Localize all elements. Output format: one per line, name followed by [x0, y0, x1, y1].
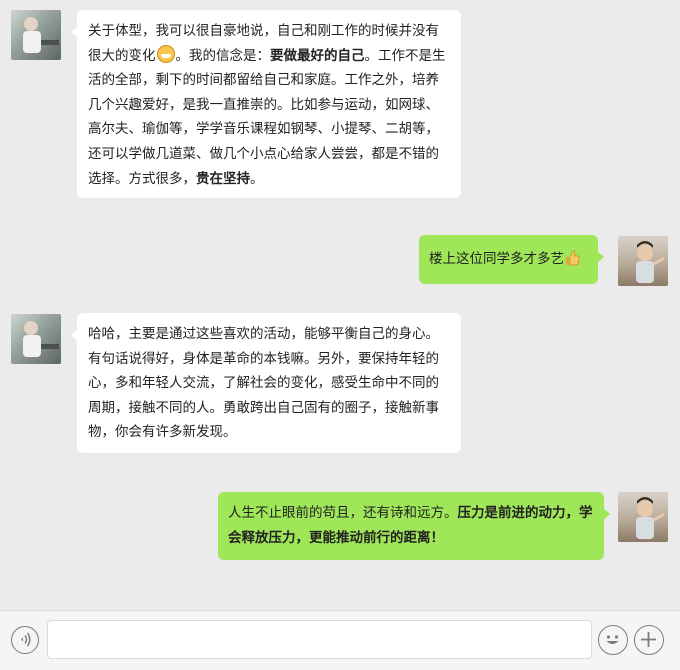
message-bubble[interactable]: 楼上这位同学多才多艺 [419, 235, 604, 284]
avatar-self[interactable] [618, 492, 668, 542]
avatar-other[interactable] [11, 314, 61, 364]
grin-emoji [156, 44, 175, 63]
message-input[interactable] [47, 620, 592, 659]
message-text: 人生不止眼前的苟且，还有诗和远方。压力是前进的动力，学会释放压力，更能推动前行的… [228, 505, 593, 546]
chat-area[interactable]: 关于体型，我可以很自豪地说，自己和刚工作的时候并没有很大的变化 。我的信念是：要做… [0, 0, 680, 610]
message-bubble[interactable]: 人生不止眼前的苟且，还有诗和远方。压力是前进的动力，学会释放压力，更能推动前行的… [218, 492, 610, 560]
smiley-icon[interactable] [598, 625, 628, 655]
text-segment: 哈哈，主要是通过这些喜欢的活动，能够平衡自己的身心。有句话说得好，身体是革命的本… [88, 326, 439, 441]
text-segment: 。 [250, 170, 264, 187]
bold-text: 要做最好的自己 [270, 47, 365, 64]
bold-text: 贵在坚持 [196, 170, 250, 187]
voice-icon[interactable] [11, 626, 39, 654]
thumbs-up-emoji [566, 250, 580, 266]
text-segment: 。我的信念是： [175, 47, 271, 64]
message-text: 楼上这位同学多才多艺 [429, 250, 580, 267]
message-text: 关于体型，我可以很自豪地说，自己和刚工作的时候并没有很大的变化 。我的信念是：要做… [88, 23, 446, 187]
message-text: 哈哈，主要是通过这些喜欢的活动，能够平衡自己的身心。有句话说得好，身体是革命的本… [88, 326, 439, 440]
text-segment: 楼上这位同学多才多艺 [429, 251, 564, 267]
message-bubble[interactable]: 关于体型，我可以很自豪地说，自己和刚工作的时候并没有很大的变化 。我的信念是：要做… [71, 10, 461, 198]
message-bubble[interactable]: 哈哈，主要是通过这些喜欢的活动，能够平衡自己的身心。有句话说得好，身体是革命的本… [71, 313, 461, 453]
text-segment: 人生不止眼前的苟且，还有诗和远方。 [228, 505, 458, 521]
plus-icon[interactable] [634, 625, 664, 655]
text-segment: 。工作不是生活的全部，剩下的时间都留给自己和家庭。工作之外，培养几个兴趣爱好，是… [88, 47, 446, 187]
avatar-self[interactable] [618, 236, 668, 286]
input-toolbar [0, 610, 680, 670]
avatar-other[interactable] [11, 10, 61, 60]
